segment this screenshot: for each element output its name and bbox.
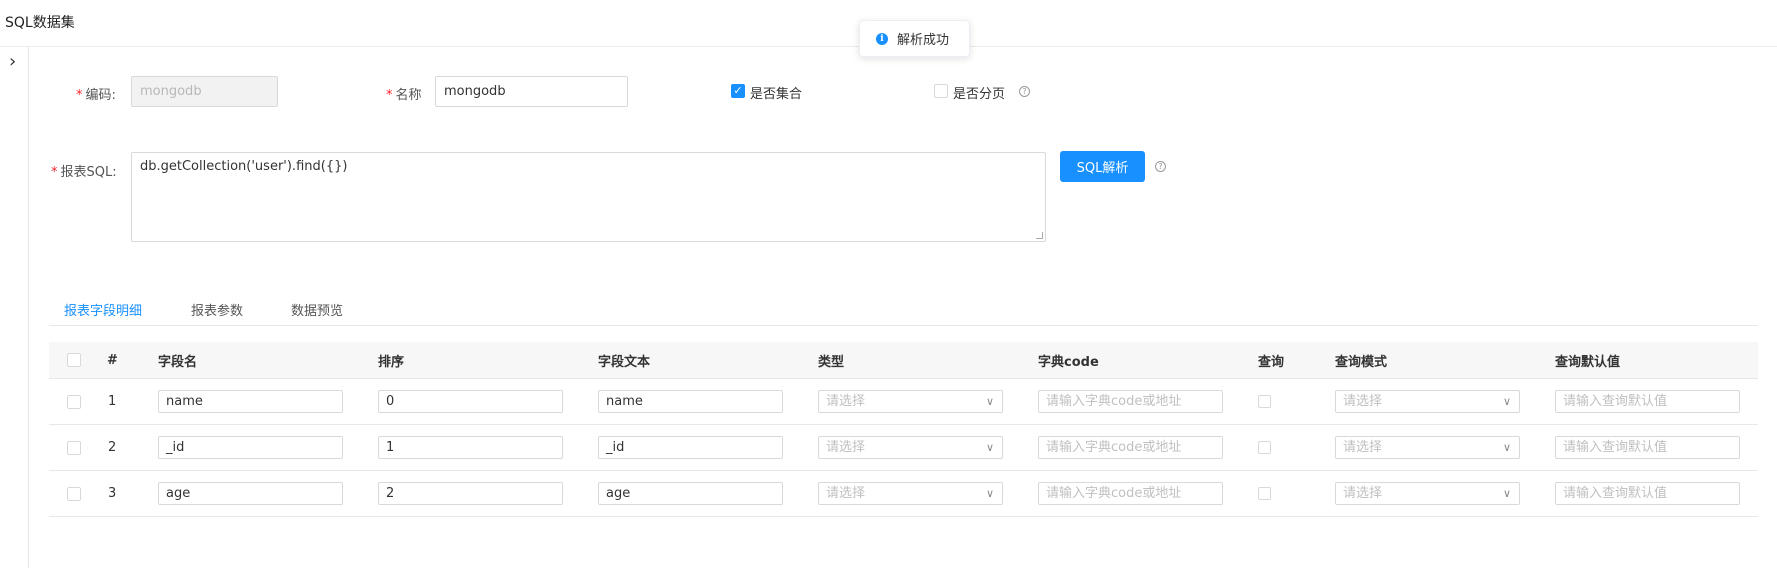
help-icon[interactable]: ? xyxy=(1019,86,1030,97)
query-checkbox[interactable] xyxy=(1258,441,1271,454)
col-dict-code: 字典code xyxy=(1038,354,1099,370)
collection-label: 是否集合 xyxy=(750,87,803,102)
col-type: 类型 xyxy=(818,354,845,370)
required-mark: * xyxy=(386,88,393,103)
chevron-down-icon: ∨ xyxy=(985,395,994,408)
col-index: # xyxy=(107,352,118,368)
sql-text: db.getCollection('user').find({}) xyxy=(140,159,348,174)
col-default-value: 查询默认值 xyxy=(1555,354,1621,370)
row-index: 2 xyxy=(108,440,117,455)
col-field-text: 字段文本 xyxy=(598,354,651,370)
chevron-down-icon: ∨ xyxy=(985,487,994,500)
row-checkbox[interactable] xyxy=(67,486,81,501)
select-all-checkbox[interactable] xyxy=(67,353,81,367)
paging-checkbox[interactable] xyxy=(934,84,948,98)
dict-code-input[interactable]: 请输入字典code或地址 xyxy=(1038,390,1223,413)
query-mode-select[interactable]: 请选择 ∨ xyxy=(1335,436,1520,459)
order-input[interactable]: 2 xyxy=(378,482,563,505)
type-select[interactable]: 请选择 ∨ xyxy=(818,390,1003,413)
query-checkbox[interactable] xyxy=(1258,395,1271,408)
field-name-input[interactable]: age xyxy=(158,482,343,505)
field-name-input[interactable]: _id xyxy=(158,436,343,459)
name-label: * 名称 xyxy=(386,88,422,103)
order-input[interactable]: 0 xyxy=(378,390,563,413)
success-toast: i 解析成功 xyxy=(859,20,970,57)
row-index: 1 xyxy=(108,394,117,409)
name-input[interactable]: mongodb xyxy=(435,76,628,107)
row-checkbox[interactable] xyxy=(67,440,81,455)
table-row: 3 age 2 age 请选择 ∨ 请输入字典code或地址 请选择 ∨ 请输入查询… xyxy=(49,471,1758,517)
collapsed-sidebar: › xyxy=(0,47,29,568)
order-input[interactable]: 1 xyxy=(378,436,563,459)
sql-textarea[interactable]: db.getCollection('user').find({}) xyxy=(131,152,1046,242)
tab-data-preview[interactable]: 数据预览 xyxy=(291,300,343,319)
info-icon: i xyxy=(876,32,888,45)
row-index: 3 xyxy=(108,486,117,501)
query-mode-select[interactable]: 请选择 ∨ xyxy=(1335,482,1520,505)
type-select[interactable]: 请选择 ∨ xyxy=(818,436,1003,459)
collection-checkbox[interactable]: ✓ xyxy=(731,84,745,98)
chevron-right-icon[interactable]: › xyxy=(9,53,16,71)
page-title: SQL数据集 xyxy=(5,15,75,31)
chevron-down-icon: ∨ xyxy=(1502,441,1511,454)
col-field-name: 字段名 xyxy=(158,354,198,370)
default-value-input[interactable]: 请输入查询默认值 xyxy=(1555,436,1740,459)
paging-label: 是否分页 xyxy=(953,87,1006,102)
help-icon[interactable]: ? xyxy=(1155,161,1166,172)
col-query: 查询 xyxy=(1258,354,1285,370)
sql-parse-button[interactable]: SQL解析 xyxy=(1060,151,1145,182)
default-value-input[interactable]: 请输入查询默认值 xyxy=(1555,482,1740,505)
code-label: * 编码: xyxy=(76,88,116,103)
field-text-input[interactable]: name xyxy=(598,390,783,413)
query-mode-select[interactable]: 请选择 ∨ xyxy=(1335,390,1520,413)
required-mark: * xyxy=(51,165,58,180)
tab-bar: 报表字段明细 报表参数 数据预览 xyxy=(49,296,1758,326)
resize-handle[interactable] xyxy=(1036,232,1043,239)
field-text-input[interactable]: age xyxy=(598,482,783,505)
dict-code-input[interactable]: 请输入字典code或地址 xyxy=(1038,436,1223,459)
col-query-mode: 查询模式 xyxy=(1335,354,1388,370)
type-select[interactable]: 请选择 ∨ xyxy=(818,482,1003,505)
code-input: mongodb xyxy=(131,76,278,107)
tab-report-params[interactable]: 报表参数 xyxy=(191,300,243,319)
chevron-down-icon: ∨ xyxy=(1502,395,1511,408)
sql-label: * 报表SQL: xyxy=(51,165,117,180)
table-row: 2 _id 1 _id 请选择 ∨ 请输入字典code或地址 请选择 ∨ 请输入查询… xyxy=(49,425,1758,471)
query-checkbox[interactable] xyxy=(1258,487,1271,500)
chevron-down-icon: ∨ xyxy=(985,441,994,454)
fields-table: # 字段名 排序 字段文本 类型 字典code 查询 查询模式 查询默认值 1 … xyxy=(49,342,1758,517)
toast-message: 解析成功 xyxy=(897,33,950,48)
background-ghost-text xyxy=(0,0,1777,7)
row-checkbox[interactable] xyxy=(67,394,81,409)
dict-code-input[interactable]: 请输入字典code或地址 xyxy=(1038,482,1223,505)
table-row: 1 name 0 name 请选择 ∨ 请输入字典code或地址 请选择 ∨ 请输入… xyxy=(49,379,1758,425)
chevron-down-icon: ∨ xyxy=(1502,487,1511,500)
default-value-input[interactable]: 请输入查询默认值 xyxy=(1555,390,1740,413)
field-text-input[interactable]: _id xyxy=(598,436,783,459)
table-header: # 字段名 排序 字段文本 类型 字典code 查询 查询模式 查询默认值 xyxy=(49,342,1758,379)
tab-field-details[interactable]: 报表字段明细 xyxy=(64,300,142,319)
select-all-cell xyxy=(67,342,81,378)
field-name-input[interactable]: name xyxy=(158,390,343,413)
required-mark: * xyxy=(76,88,83,103)
col-order: 排序 xyxy=(378,354,405,370)
